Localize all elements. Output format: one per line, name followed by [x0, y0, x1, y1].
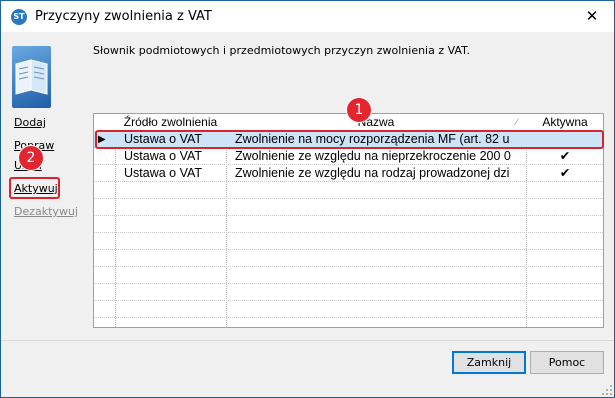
deactivate-link[interactable]: Dezaktywuj	[14, 205, 78, 218]
empty-row	[94, 284, 603, 301]
table-row[interactable]: Ustawa o VAT Zwolnienie ze względu na ni…	[94, 148, 603, 165]
empty-row	[94, 199, 603, 216]
resize-grip-icon[interactable]	[602, 385, 612, 395]
title-bar: ST Przyczyny zwolnienia z VAT ✕	[1, 1, 614, 32]
row-highlight	[95, 130, 604, 149]
source-cell: Ustawa o VAT	[124, 149, 203, 163]
row-indicator-icon	[98, 148, 112, 165]
source-cell: Ustawa o VAT	[124, 166, 203, 180]
empty-row	[94, 233, 603, 250]
close-button[interactable]: Zamknij	[452, 351, 526, 374]
name-cell: Zwolnienie ze względu na nieprzekroczeni…	[235, 149, 511, 163]
active-check-icon: ✔	[559, 149, 571, 163]
empty-row	[94, 301, 603, 318]
empty-row	[94, 182, 603, 199]
help-button[interactable]: Pomoc	[530, 351, 604, 374]
dialog-window: ST Przyczyny zwolnienia z VAT ✕ Słownik …	[0, 0, 615, 398]
step-badge-2: 2	[19, 146, 43, 170]
row-indicator-icon	[98, 165, 112, 182]
step-badge-1: 1	[347, 98, 371, 122]
close-window-button[interactable]: ✕	[570, 1, 614, 32]
empty-row	[94, 267, 603, 284]
dialog-description: Słownik podmiotowych i przedmiotowych pr…	[93, 44, 471, 57]
book-icon	[12, 46, 51, 108]
active-check-icon: ✔	[559, 166, 571, 180]
table-row[interactable]: Ustawa o VAT Zwolnienie ze względu na ro…	[94, 165, 603, 182]
window-title: Przyczyny zwolnienia z VAT	[35, 9, 212, 24]
name-cell: Zwolnienie ze względu na rodzaj prowadzo…	[235, 166, 510, 180]
add-link[interactable]: Dodaj	[14, 116, 46, 129]
app-icon: ST	[11, 9, 27, 25]
empty-row	[94, 250, 603, 267]
empty-row	[94, 216, 603, 233]
activate-highlight	[9, 177, 60, 199]
footer-divider	[1, 340, 614, 341]
